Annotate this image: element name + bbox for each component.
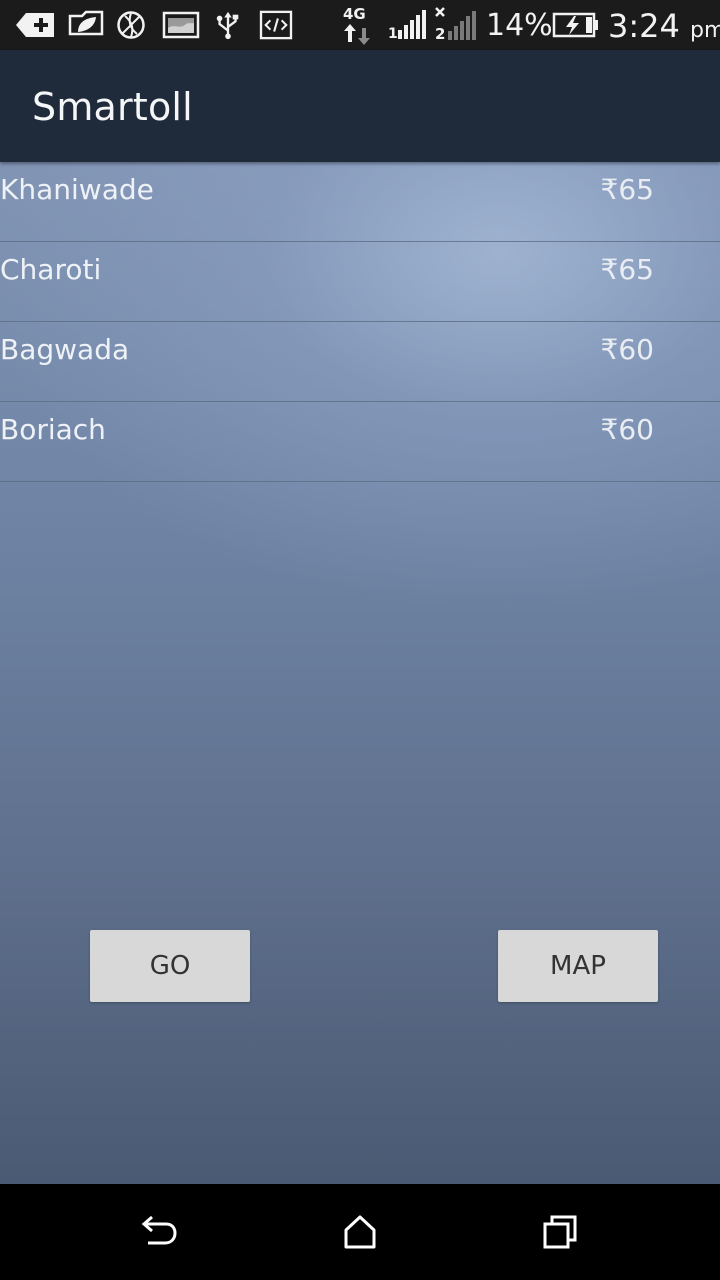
- toll-fee: ₹65: [600, 253, 654, 286]
- phone-screen: 4G 1 2 14% 3:24 pm Smartoll Khaniwade ₹6…: [0, 0, 720, 1280]
- list-item[interactable]: Charoti ₹65: [0, 242, 720, 322]
- recents-icon[interactable]: [540, 1212, 580, 1252]
- toll-fee: ₹60: [600, 413, 654, 446]
- clock-suffix: pm: [690, 18, 720, 43]
- add-notification-icon: [16, 13, 54, 37]
- signal-sim1-icon: 1: [388, 10, 426, 40]
- svg-text:1: 1: [388, 26, 398, 40]
- toll-name: Bagwada: [0, 333, 130, 366]
- battery-charging-icon: [552, 12, 598, 38]
- image-icon: [162, 11, 200, 39]
- clock: 3:24 pm: [608, 6, 720, 51]
- toll-name: Boriach: [0, 413, 106, 446]
- back-icon[interactable]: [140, 1212, 180, 1252]
- clock-time: 3:24: [608, 7, 680, 45]
- home-icon[interactable]: [340, 1212, 380, 1252]
- leaf-icon: [68, 10, 104, 36]
- svg-text:4G: 4G: [343, 5, 366, 23]
- list-item[interactable]: Khaniwade ₹65: [0, 162, 720, 242]
- app-bar: Smartoll: [0, 50, 720, 162]
- content-area: Khaniwade ₹65 Charoti ₹65 Bagwada ₹60 Bo…: [0, 162, 720, 1184]
- go-button[interactable]: GO: [90, 930, 250, 1002]
- data-arrows-icon: 4G: [343, 5, 370, 45]
- toll-fee: ₹60: [600, 333, 654, 366]
- list-item[interactable]: Bagwada ₹60: [0, 322, 720, 402]
- toll-name: Khaniwade: [0, 173, 154, 206]
- map-button[interactable]: MAP: [498, 930, 658, 1002]
- toll-fee: ₹65: [600, 173, 654, 206]
- app-title: Smartoll: [32, 85, 193, 129]
- toll-list[interactable]: Khaniwade ₹65 Charoti ₹65 Bagwada ₹60 Bo…: [0, 162, 720, 482]
- list-item[interactable]: Boriach ₹60: [0, 402, 720, 482]
- basketball-icon: [117, 11, 145, 39]
- status-bar: 4G 1 2 14% 3:24 pm: [0, 0, 720, 50]
- code-icon: [259, 10, 293, 40]
- navigation-bar: [0, 1184, 720, 1280]
- battery-percent: 14%: [486, 8, 553, 43]
- toll-name: Charoti: [0, 253, 102, 286]
- signal-sim2-icon: 2: [435, 7, 476, 42]
- svg-text:2: 2: [435, 25, 445, 42]
- usb-icon: [216, 11, 239, 40]
